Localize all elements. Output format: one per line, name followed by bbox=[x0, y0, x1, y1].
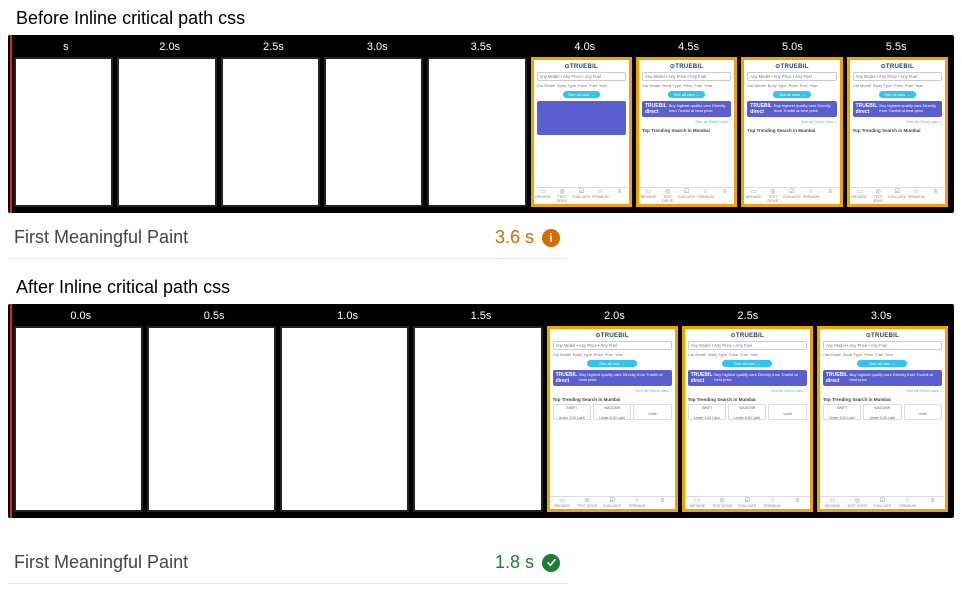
metric-row-before: First Meaningful Paint 3.6 s i bbox=[8, 213, 568, 259]
frame-blank bbox=[14, 326, 143, 512]
frame-loaded: ⊙TRUEBIL Any Model • Any Price • Any Fue… bbox=[531, 57, 632, 207]
frame-loaded: ⊙TRUEBIL Any Model • Any Price • Any Fue… bbox=[547, 326, 678, 512]
frame-loaded: ⊙TRUEBIL Any Model • Any Price • Any Fue… bbox=[817, 326, 948, 512]
ts-cell: 4.0s bbox=[533, 41, 637, 53]
check-icon bbox=[542, 554, 560, 572]
frame-blank bbox=[427, 57, 526, 207]
ts-cell: 3.5s bbox=[429, 41, 533, 53]
ts-cell: 3.0s bbox=[325, 41, 429, 53]
playhead-marker bbox=[10, 35, 12, 213]
frame-blank bbox=[280, 326, 409, 512]
mock-banner-placeholder bbox=[537, 101, 626, 135]
ts-cell: 5.0s bbox=[740, 41, 844, 53]
mock-logo: ⊙TRUEBIL bbox=[537, 63, 626, 70]
metric-label: First Meaningful Paint bbox=[14, 552, 188, 573]
playhead-marker bbox=[10, 304, 12, 518]
frame-blank bbox=[324, 57, 423, 207]
frame-blank bbox=[147, 326, 276, 512]
frame-loaded: ⊙TRUEBIL Any Model • Any Price • Any Fue… bbox=[682, 326, 813, 512]
before-title: Before Inline critical path css bbox=[16, 8, 954, 29]
frame-loaded: ⊙TRUEBIL Any Model • Any Price • Any Fue… bbox=[636, 57, 737, 207]
mock-pill: See all cars → bbox=[563, 91, 601, 98]
mock-search: Any Model • Any Price • Any Fuel bbox=[537, 72, 626, 81]
ts-cell: s bbox=[14, 41, 118, 53]
frame-loaded: ⊙TRUEBIL Any Model • Any Price • Any Fue… bbox=[847, 57, 948, 207]
metric-row-after: First Meaningful Paint 1.8 s bbox=[8, 538, 568, 584]
frames-before: ⊙TRUEBIL Any Model • Any Price • Any Fue… bbox=[14, 57, 948, 207]
warn-icon: i bbox=[542, 229, 560, 247]
metric-value: 1.8 s bbox=[495, 552, 560, 573]
timestamps-before: s 2.0s 2.5s 3.0s 3.5s 4.0s 4.5s 5.0s 5.5… bbox=[14, 39, 948, 55]
mock-tags: Car ModelBody TypePriceFuelYear bbox=[537, 83, 626, 88]
filmstrip-after: 0.0s 0.5s 1.0s 1.5s 2.0s 2.5s 3.0s ⊙TRUE… bbox=[8, 304, 954, 518]
ts-cell: 4.5s bbox=[637, 41, 741, 53]
frame-loaded: ⊙TRUEBIL Any Model • Any Price • Any Fue… bbox=[741, 57, 842, 207]
frame-blank bbox=[221, 57, 320, 207]
after-title: After Inline critical path css bbox=[16, 277, 954, 298]
mock-nav: ▭BROWSE ◎TEST DRIVE ☑EVALUATE ☆PREMIUM ≡ bbox=[534, 187, 629, 204]
ts-cell: 2.5s bbox=[222, 41, 326, 53]
metric-value: 3.6 s i bbox=[495, 227, 560, 248]
frames-after: ⊙TRUEBIL Any Model • Any Price • Any Fue… bbox=[14, 326, 948, 512]
frame-blank bbox=[117, 57, 216, 207]
ts-cell: 5.5s bbox=[844, 41, 948, 53]
metric-label: First Meaningful Paint bbox=[14, 227, 188, 248]
timestamps-after: 0.0s 0.5s 1.0s 1.5s 2.0s 2.5s 3.0s bbox=[14, 308, 948, 324]
ts-cell: 2.0s bbox=[118, 41, 222, 53]
frame-blank bbox=[14, 57, 113, 207]
filmstrip-before: s 2.0s 2.5s 3.0s 3.5s 4.0s 4.5s 5.0s 5.5… bbox=[8, 35, 954, 213]
frame-blank bbox=[413, 326, 542, 512]
